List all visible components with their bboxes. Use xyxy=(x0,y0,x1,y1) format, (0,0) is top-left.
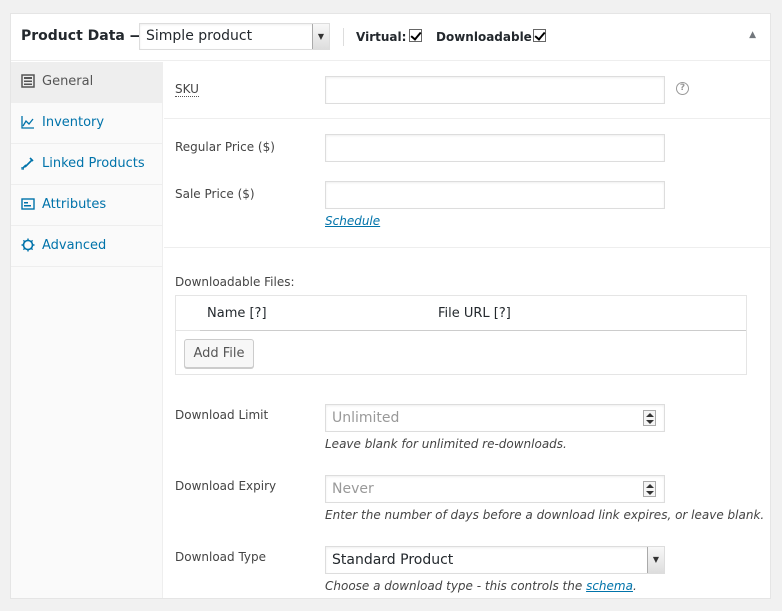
download-limit-input[interactable]: Unlimited xyxy=(325,404,665,432)
panel-title: Product Data — xyxy=(21,28,144,44)
product-type-value: Simple product xyxy=(146,28,253,44)
download-type-desc-end: . xyxy=(632,579,637,593)
download-type-value: Standard Product xyxy=(332,552,454,568)
download-type-select[interactable]: Standard Product ▼ xyxy=(325,546,665,574)
product-data-panel: Product Data — Simple product ▼ Virtual:… xyxy=(10,13,771,599)
column-name[interactable]: Name [?] xyxy=(207,306,267,321)
download-expiry-label: Download Expiry xyxy=(175,479,277,493)
tab-attributes-label: Attributes xyxy=(42,197,107,212)
sku-input[interactable] xyxy=(325,76,665,104)
download-type-desc: Choose a download type - this controls t… xyxy=(325,579,637,593)
tab-linked-products-label: Linked Products xyxy=(42,156,145,171)
regular-price-input[interactable] xyxy=(325,134,665,162)
downloadable-files-table: Name [?] File URL [?] Add File xyxy=(175,295,747,375)
header-divider-line xyxy=(200,330,746,331)
product-data-tabs: General Inventory Linked Products Attrib… xyxy=(11,62,163,598)
download-expiry-placeholder: Never xyxy=(332,481,374,497)
number-spinner-icon[interactable] xyxy=(643,410,656,426)
schema-link[interactable]: schema xyxy=(586,579,633,593)
sku-fieldset: SKU ? xyxy=(164,62,770,119)
sale-price-input[interactable] xyxy=(325,181,665,209)
download-expiry-desc: Enter the number of days before a downlo… xyxy=(325,508,765,522)
product-type-select[interactable]: Simple product ▼ xyxy=(139,23,330,50)
header-divider xyxy=(343,28,344,46)
schedule-link[interactable]: Schedule xyxy=(325,214,380,228)
tab-inventory-label: Inventory xyxy=(42,115,105,130)
download-limit-placeholder: Unlimited xyxy=(332,410,400,426)
help-icon[interactable]: ? xyxy=(676,82,689,95)
general-icon xyxy=(21,74,35,88)
sale-price-label: Sale Price ($) xyxy=(175,187,255,201)
general-panel: SKU ? Regular Price ($) Sale Price ($) S… xyxy=(164,62,770,598)
downloadable-files-label: Downloadable Files: xyxy=(175,275,295,289)
tab-attributes[interactable]: Attributes xyxy=(11,185,162,226)
tab-linked-products[interactable]: Linked Products xyxy=(11,144,162,185)
download-type-desc-text: Choose a download type - this controls t… xyxy=(325,579,583,593)
downloadable-checkbox[interactable] xyxy=(533,29,546,42)
gear-icon xyxy=(21,238,35,252)
download-type-label: Download Type xyxy=(175,550,267,564)
download-limit-desc: Leave blank for unlimited re-downloads. xyxy=(325,437,567,451)
attributes-icon xyxy=(21,198,35,210)
number-spinner-icon[interactable] xyxy=(643,481,656,497)
pricing-fieldset: Regular Price ($) Sale Price ($) Schedul… xyxy=(164,119,770,248)
add-file-button[interactable]: Add File xyxy=(184,339,254,368)
link-icon xyxy=(21,157,34,170)
inventory-icon xyxy=(21,116,34,129)
sku-label: SKU xyxy=(175,82,199,97)
virtual-label: Virtual: xyxy=(356,30,407,44)
downloadable-label: Downloadable: xyxy=(436,30,537,44)
collapse-toggle-icon[interactable]: ▲ xyxy=(749,30,756,40)
chevron-down-icon: ▼ xyxy=(312,24,329,49)
files-table-header: Name [?] File URL [?] xyxy=(176,296,746,331)
tab-advanced-label: Advanced xyxy=(42,238,107,253)
virtual-checkbox[interactable] xyxy=(409,29,422,42)
tab-advanced[interactable]: Advanced xyxy=(11,226,162,267)
column-file-url[interactable]: File URL [?] xyxy=(438,306,511,321)
regular-price-label: Regular Price ($) xyxy=(175,140,275,154)
chevron-down-icon: ▼ xyxy=(647,547,664,573)
download-limit-label: Download Limit xyxy=(175,408,269,422)
tab-inventory[interactable]: Inventory xyxy=(11,103,162,144)
panel-header: Product Data — Simple product ▼ Virtual:… xyxy=(11,14,770,61)
tab-general-label: General xyxy=(42,74,94,89)
tab-general[interactable]: General xyxy=(11,62,162,103)
download-expiry-input[interactable]: Never xyxy=(325,475,665,503)
